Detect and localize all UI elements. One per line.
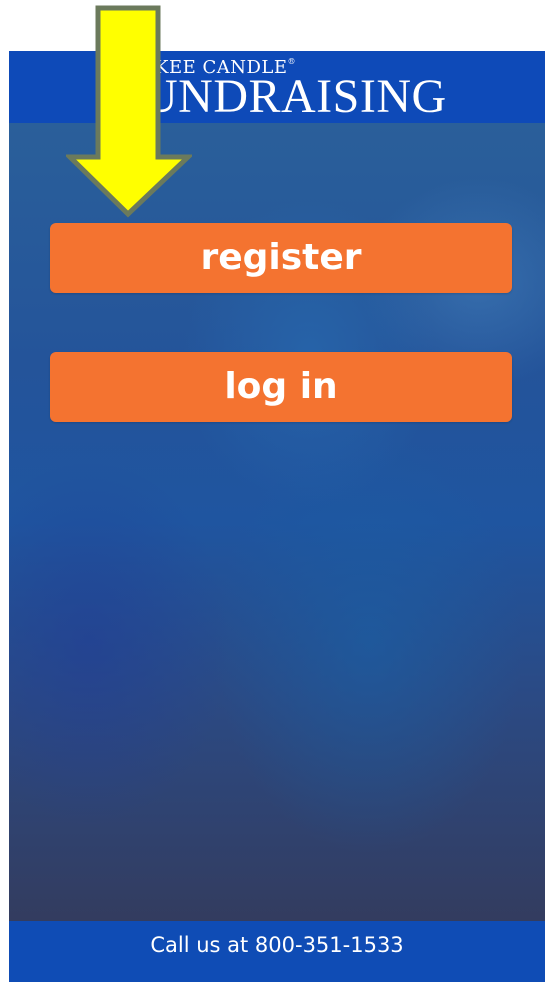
brand-logo-trademark: ® [287, 57, 296, 66]
app-header: KEE CANDLE® UNDRAISING [9, 51, 545, 123]
footer-call-bar[interactable]: Call us at 800-351-1533 [9, 921, 545, 982]
register-button[interactable]: register [50, 223, 512, 293]
login-button[interactable]: log in [50, 352, 512, 422]
app-viewport: KEE CANDLE® UNDRAISING register log in C… [9, 51, 545, 982]
brand-logo-line2: UNDRAISING [143, 70, 447, 123]
screen: KEE CANDLE® UNDRAISING register log in C… [0, 0, 545, 982]
call-us-text: Call us at 800-351-1533 [150, 933, 404, 957]
